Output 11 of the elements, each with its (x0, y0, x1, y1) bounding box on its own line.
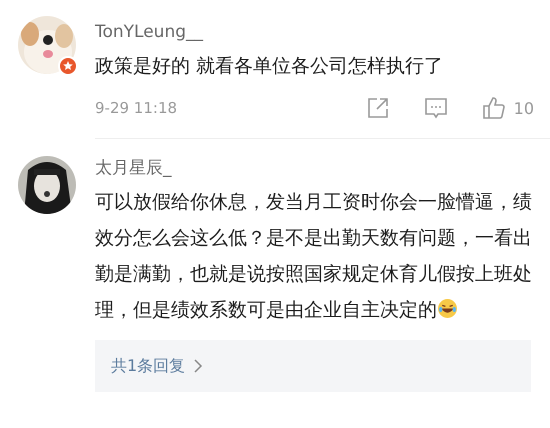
view-replies-button[interactable]: 共1条回复 (95, 340, 531, 392)
comment-time: 9-29 11:18 (95, 99, 178, 117)
comment-text: 可以放假给你休息，发当月工资时你会一脸懵逼，绩效分怎么会这么低？是不是出勤天数有问题，一看出勤是满勤，也就是说按照国家规定休育儿假按上班处理，但是绩效系数可是由企业自主决定的 (95, 191, 532, 321)
username[interactable]: 太月星辰_ (95, 156, 534, 180)
share-icon[interactable] (366, 96, 390, 120)
username[interactable]: TonYLeung__ (95, 20, 534, 44)
comment-text: 政策是好的 就看各单位各公司怎样执行了 (95, 55, 444, 77)
chevron-right-icon (193, 359, 204, 373)
comment-icon[interactable] (424, 96, 448, 120)
like-count: 10 (514, 98, 534, 118)
thumbs-up-icon[interactable] (482, 96, 506, 120)
